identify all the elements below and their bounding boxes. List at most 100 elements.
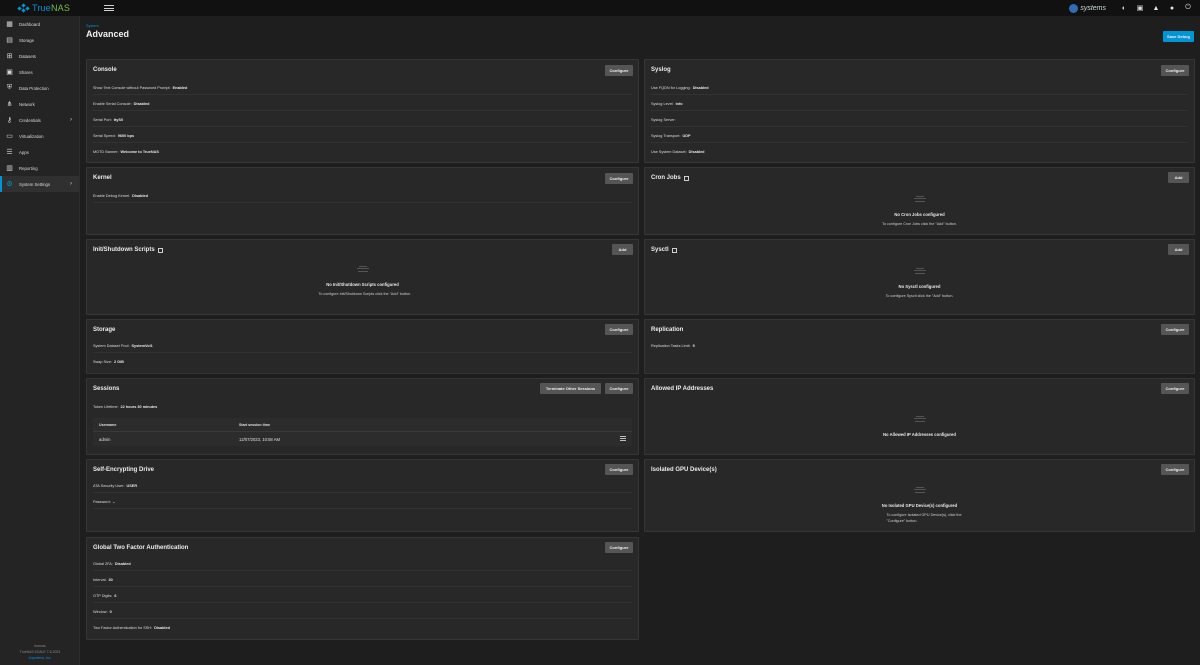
account-icon[interactable]: ●	[1168, 4, 1176, 12]
console-configure-button[interactable]: Configure	[605, 65, 633, 76]
syslog-row: Use FQDN for Logging: Disabled	[651, 81, 1188, 95]
ix-logo-text: systems	[1080, 4, 1106, 12]
empty-list-icon	[913, 196, 927, 206]
card-title: Syslog	[651, 67, 671, 73]
sidebar-item-data-protection[interactable]: ⛨ Data Protection	[0, 80, 79, 96]
allowed-ip-configure-button[interactable]: Configure	[1161, 383, 1189, 394]
sidebar-item-dashboard[interactable]: ▦ Dashboard	[0, 16, 79, 32]
storage-configure-button[interactable]: Configure	[605, 324, 633, 335]
card-title: Sessions	[93, 386, 120, 392]
twofa-configure-button[interactable]: Configure	[605, 542, 633, 553]
external-link-icon[interactable]	[683, 175, 689, 181]
syslog-card: Syslog Configure Use FQDN for Logging: Di…	[644, 59, 1195, 163]
console-card: Console Configure Show Text Console with…	[86, 59, 639, 163]
sidebar-item-label: Apps	[19, 149, 29, 155]
sessions-configure-button[interactable]: Configure	[605, 383, 633, 394]
two-factor-card: Global Two Factor Authentication Configu…	[86, 537, 639, 640]
sed-row: Password: –	[93, 495, 632, 509]
breadcrumb[interactable]: System	[86, 24, 129, 28]
syslog-row: Use System Dataset: Disabled	[651, 150, 705, 154]
sed-card: Self-Encrypting Drive Configure ATA Secu…	[86, 459, 639, 532]
sidebar-item-apps[interactable]: ☰ Apps	[0, 144, 79, 160]
storage-row: System Dataset Pool: SystemVol1	[93, 339, 632, 353]
sidebar-item-label: Network	[19, 101, 35, 107]
cell-username: admin	[99, 436, 111, 442]
chevron-right-icon: ›	[70, 117, 72, 123]
sessions-card: Sessions Terminate Other Sessions Config…	[86, 378, 639, 455]
syslog-row: Syslog Transport: UDP	[651, 129, 1188, 143]
page-header: System Advanced	[86, 24, 129, 39]
syslog-configure-button[interactable]: Configure	[1161, 65, 1189, 76]
bell-icon[interactable]: ▲	[1152, 4, 1160, 12]
truecommand-icon[interactable]: ◐	[1120, 4, 1128, 12]
sidebar-item-credentials[interactable]: ⚷ Credentials ›	[0, 112, 79, 128]
hamburger-menu-icon[interactable]	[104, 5, 114, 11]
sidebar-item-label: Reporting	[19, 165, 38, 171]
clipboard-icon[interactable]: ▣	[1136, 4, 1144, 12]
ix-systems-logo[interactable]: systems	[1069, 3, 1106, 13]
init-shutdown-card: Init/Shutdown Scripts Add No Init/Shutdo…	[86, 239, 639, 315]
shield-icon: ⛨	[6, 84, 13, 91]
card-title: Sysctl	[651, 247, 677, 253]
kernel-configure-button[interactable]: Configure	[605, 173, 633, 184]
sidebar-item-reporting[interactable]: ▥ Reporting	[0, 160, 79, 176]
column-username[interactable]: Username	[93, 423, 239, 427]
console-row: Serial Speed: 9600 bps	[93, 129, 632, 143]
external-link-icon[interactable]	[157, 247, 163, 253]
table-header: Username Start session time	[93, 418, 632, 432]
terminate-session-icon[interactable]	[620, 436, 626, 442]
cron-jobs-card: Cron Jobs Add No Cron Jobs configured To…	[644, 167, 1195, 235]
save-debug-button[interactable]: Save Debug	[1163, 31, 1194, 42]
allowed-ip-card: Allowed IP Addresses Configure No Allowe…	[644, 378, 1195, 455]
storage-icon: ▤	[6, 37, 13, 44]
empty-list-icon	[913, 487, 927, 497]
table-row: admin 12/07/2023, 10:58 AM	[93, 432, 632, 446]
sessions-table: Username Start session time admin 12/07/…	[93, 418, 632, 446]
power-icon[interactable]: ⏻	[1184, 4, 1192, 12]
sidebar-item-storage[interactable]: ▤ Storage	[0, 32, 79, 48]
sysctl-add-button[interactable]: Add	[1168, 244, 1189, 255]
truenas-logo[interactable]: TrueNAS	[17, 3, 84, 13]
network-icon: ⋔	[6, 101, 13, 108]
truenas-logo-icon	[17, 3, 30, 13]
empty-list-icon	[913, 416, 927, 426]
copyright-link[interactable]: iXsystems, Inc.	[0, 655, 80, 661]
card-title: Console	[93, 67, 117, 73]
card-title: Isolated GPU Device(s)	[651, 467, 717, 473]
init-add-button[interactable]: Add	[612, 244, 633, 255]
sidebar-item-network[interactable]: ⋔ Network	[0, 96, 79, 112]
card-title: Allowed IP Addresses	[651, 386, 714, 392]
console-row: Show Text Console without Password Promp…	[93, 81, 632, 95]
card-title: Kernel	[93, 175, 112, 181]
card-title: Self-Encrypting Drive	[93, 467, 155, 473]
storage-card: Storage Configure System Dataset Pool: Sy…	[86, 319, 639, 374]
replication-configure-button[interactable]: Configure	[1161, 324, 1189, 335]
sidebar-item-shares[interactable]: ▣ Shares	[0, 64, 79, 80]
syslog-row: Syslog Server:	[651, 113, 1188, 127]
sidebar-item-system-settings[interactable]: ⚙ System Settings ›	[0, 176, 79, 192]
empty-list-icon	[356, 266, 370, 276]
terminate-sessions-button[interactable]: Terminate Other Sessions	[540, 383, 601, 394]
sidebar-item-virtualization[interactable]: ▭ Virtualization	[0, 128, 79, 144]
twofa-row: Global 2FA: Disabled	[93, 557, 632, 571]
empty-list-icon	[913, 268, 927, 278]
sidebar-item-datasets[interactable]: ⊞ Datasets	[0, 48, 79, 64]
sed-configure-button[interactable]: Configure	[605, 464, 633, 475]
datasets-icon: ⊞	[6, 53, 13, 60]
sidebar-item-label: Data Protection	[19, 85, 49, 91]
gpu-configure-button[interactable]: Configure	[1161, 464, 1189, 475]
card-title: Cron Jobs	[651, 175, 689, 181]
external-link-icon[interactable]	[671, 247, 677, 253]
kernel-row: Enable Debug Kernel: Disabled	[93, 189, 632, 203]
kernel-card: Kernel Configure Enable Debug Kernel: Dis…	[86, 167, 639, 235]
sidebar-item-label: Credentials	[19, 117, 41, 123]
replication-row: Replication Tasks Limit: 5	[651, 344, 695, 348]
page-title: Advanced	[86, 29, 130, 39]
sidebar-item-label: Datasets	[19, 53, 36, 59]
cron-add-button[interactable]: Add	[1168, 172, 1189, 183]
shares-icon: ▣	[6, 69, 13, 76]
top-bar: TrueNAS systems ◐ ▣ ▲ ● ⏻	[0, 0, 1200, 16]
column-start-time[interactable]: Start session time	[239, 423, 632, 427]
console-row: Serial Port: ttyS0	[93, 113, 632, 127]
chevron-right-icon: ›	[70, 181, 72, 187]
